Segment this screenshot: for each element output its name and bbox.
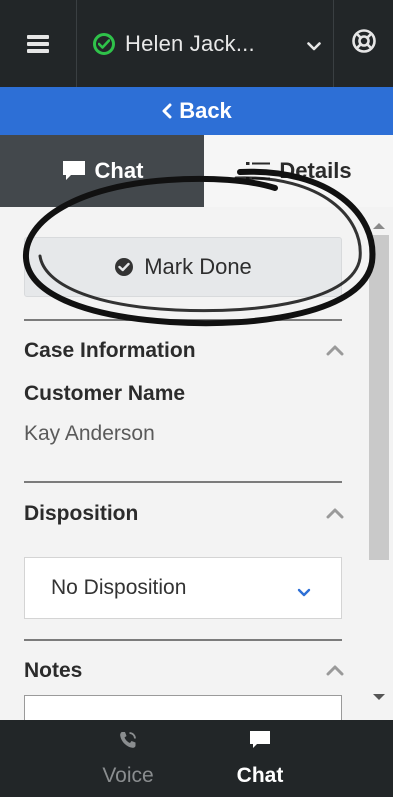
disposition-value: No Disposition bbox=[51, 576, 187, 599]
tab-details[interactable]: Details bbox=[204, 135, 393, 207]
phone-icon bbox=[117, 729, 139, 756]
chevron-up-icon[interactable] bbox=[326, 663, 344, 681]
chat-bubble-icon bbox=[61, 159, 87, 183]
divider bbox=[24, 319, 342, 321]
bottom-nav: Voice Chat bbox=[0, 720, 393, 797]
chevron-up-icon[interactable] bbox=[326, 343, 344, 361]
chevron-down-icon bbox=[307, 38, 321, 56]
hamburger-icon bbox=[27, 34, 49, 53]
list-icon bbox=[245, 160, 271, 182]
nav-voice-label: Voice bbox=[102, 764, 154, 787]
check-circle-icon bbox=[93, 32, 115, 55]
mark-done-button[interactable]: Mark Done bbox=[24, 237, 342, 297]
chevron-down-icon bbox=[297, 584, 311, 602]
agent-name: Helen Jack... bbox=[125, 30, 255, 56]
menu-button[interactable] bbox=[0, 0, 77, 87]
case-information-title: Case Information bbox=[24, 339, 196, 362]
back-button[interactable]: Back bbox=[0, 87, 393, 135]
divider bbox=[24, 481, 342, 483]
top-bar: Helen Jack... bbox=[0, 0, 393, 87]
tab-details-label: Details bbox=[279, 158, 352, 183]
notes-title: Notes bbox=[24, 659, 83, 682]
lifebuoy-icon bbox=[351, 28, 377, 59]
customer-name-value: Kay Anderson bbox=[24, 422, 155, 445]
customer-name-label: Customer Name bbox=[24, 382, 186, 405]
chevron-up-icon[interactable] bbox=[326, 506, 344, 524]
tab-chat[interactable]: Chat bbox=[0, 135, 204, 207]
scrollbar[interactable] bbox=[365, 207, 393, 720]
scroll-up-icon[interactable] bbox=[372, 217, 386, 235]
chat-bubble-icon bbox=[248, 729, 272, 756]
notes-textarea[interactable] bbox=[24, 695, 342, 720]
tab-bar: Chat Details bbox=[0, 135, 393, 207]
tab-chat-label: Chat bbox=[94, 158, 144, 183]
help-button[interactable] bbox=[334, 0, 393, 87]
agent-status-dropdown[interactable]: Helen Jack... bbox=[77, 0, 334, 87]
scrollbar-thumb[interactable] bbox=[369, 235, 389, 560]
scroll-down-icon[interactable] bbox=[372, 688, 386, 706]
nav-voice[interactable]: Voice bbox=[73, 720, 183, 797]
disposition-select[interactable]: No Disposition bbox=[24, 557, 342, 619]
nav-chat[interactable]: Chat bbox=[205, 720, 315, 797]
chevron-left-icon bbox=[161, 103, 173, 119]
check-circle-icon bbox=[114, 257, 134, 277]
divider bbox=[24, 639, 342, 641]
back-label: Back bbox=[179, 98, 232, 123]
mark-done-label: Mark Done bbox=[144, 254, 252, 279]
disposition-title: Disposition bbox=[24, 502, 139, 525]
nav-chat-label: Chat bbox=[236, 764, 284, 787]
details-panel: Mark Done Case Information Customer Name… bbox=[0, 207, 365, 720]
